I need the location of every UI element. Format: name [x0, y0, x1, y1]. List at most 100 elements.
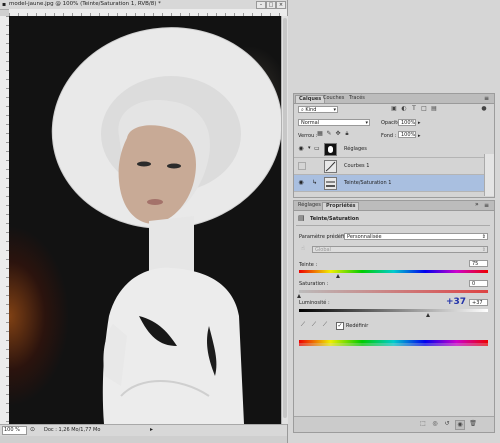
lightness-slider-thumb[interactable]	[425, 313, 430, 317]
vertical-scrollbar[interactable]	[281, 16, 288, 424]
folder-icon: ▭	[314, 145, 320, 152]
colorize-checkbox[interactable]: ✓	[336, 322, 344, 330]
zoom-field[interactable]: 100 %	[2, 426, 27, 435]
eyedropper-minus-icon[interactable]: ⟋	[321, 321, 329, 329]
model-photo	[51, 27, 281, 424]
kind-filter-select[interactable]: ⌕ Kind ▾	[298, 106, 338, 113]
hue-saturation-icon: ▤	[298, 214, 305, 222]
close-icon[interactable]: ×	[276, 1, 286, 9]
layers-tab-bar: Calques Couches Tracés ≡	[294, 94, 494, 104]
fill-label: Fond :	[381, 133, 397, 139]
hue-field[interactable]: 75	[469, 260, 488, 267]
properties-footer: ⬚ ◎ ↺ ◉ 🗑︎	[294, 416, 494, 432]
scroll-thumb[interactable]	[283, 18, 287, 418]
filter-pixel-icon[interactable]: ▣	[390, 105, 398, 113]
tab-adjustments[interactable]: Réglages	[295, 202, 324, 209]
filter-smart-icon[interactable]: ▤	[430, 105, 438, 113]
fill-field[interactable]: 100%	[398, 131, 416, 138]
document-window: ▪ model-jaune.jpg @ 100% (Teinte/Saturat…	[0, 0, 288, 443]
filter-adjustment-icon[interactable]: ◐	[400, 105, 408, 113]
status-arrow-icon[interactable]: ▸	[150, 426, 153, 433]
lock-position-icon[interactable]: ✥	[334, 130, 342, 138]
properties-tab-bar: Réglages Propriétés » ≡	[294, 201, 494, 211]
eye-icon[interactable]: ◉	[297, 145, 305, 152]
maximize-icon[interactable]: □	[266, 1, 276, 9]
visibility-icon[interactable]: ◉	[455, 420, 465, 430]
saturation-slider-track[interactable]	[299, 290, 488, 293]
lightness-overlay-value: +37	[446, 297, 467, 307]
document-title: model-jaune.jpg @ 100% (Teinte/Saturatio…	[9, 1, 161, 7]
opacity-arrow-icon[interactable]: ▸	[418, 120, 421, 126]
delete-icon[interactable]: 🗑︎	[469, 420, 477, 428]
channel-select[interactable]: Global ⇕	[312, 246, 488, 253]
clip-arrow-icon: ↳	[312, 179, 318, 186]
panel-menu-icon[interactable]: ≡	[484, 202, 489, 209]
lightness-label: Luminosité :	[299, 300, 330, 306]
view-previous-icon[interactable]: ◎	[431, 420, 439, 428]
hue-range-bar-bottom	[299, 343, 488, 346]
lock-all-icon[interactable]: 🔒︎	[343, 130, 351, 138]
document-size-info: Doc : 1,26 Mo/1,77 Mo	[44, 427, 101, 433]
colorize-label: Redéfinir	[346, 323, 369, 329]
tab-properties[interactable]: Propriétés	[322, 202, 360, 210]
saturation-field[interactable]: 0	[469, 280, 488, 287]
lock-transparency-icon[interactable]: ▦	[316, 130, 324, 138]
layer-row-group[interactable]: ◉ ▾ ▭ Réglages	[294, 141, 484, 158]
horizontal-scrollbar[interactable]	[0, 436, 287, 443]
eyedropper-plus-icon[interactable]: ⟋	[310, 321, 318, 329]
chevron-down-icon: ▾	[365, 120, 368, 126]
layer-name: Réglages	[344, 146, 367, 152]
layers-panel: Calques Couches Tracés ≡ ⌕ Kind ▾ ▣ ◐ T □…	[293, 93, 495, 198]
layer-row-curves[interactable]: Courbes 1	[294, 158, 484, 175]
tab-paths[interactable]: Tracés	[346, 95, 368, 102]
status-bar: 100 % ⊙ Doc : 1,26 Mo/1,77 Mo ▸	[0, 424, 287, 436]
filter-toggle-icon[interactable]: ●	[480, 105, 488, 113]
layer-name: Courbes 1	[344, 163, 370, 169]
image-canvas[interactable]	[9, 16, 281, 424]
layer-row-hue-saturation[interactable]: ◉ ↳ Teinte/Saturation 1	[294, 175, 484, 192]
status-menu-icon[interactable]: ⊙	[30, 426, 35, 433]
chevron-updown-icon: ⇕	[481, 247, 486, 253]
lightness-slider-track[interactable]	[299, 309, 488, 312]
clip-to-layer-icon[interactable]: ⬚	[419, 420, 427, 428]
blend-mode-value: Normal	[301, 120, 320, 126]
chevron-down-icon: ▾	[333, 107, 336, 113]
tab-channels[interactable]: Couches	[320, 95, 347, 102]
kind-filter-label: Kind	[305, 107, 317, 113]
minimize-icon[interactable]: –	[256, 1, 266, 9]
filter-type-icon[interactable]: T	[410, 105, 418, 113]
eye-icon[interactable]: ◉	[297, 179, 305, 186]
layer-mask-thumbnail[interactable]	[324, 143, 337, 156]
hue-slider-thumb[interactable]	[335, 274, 340, 278]
eyedropper-icon[interactable]: ⟋	[299, 321, 307, 329]
panel-menu-icon[interactable]: ≡	[484, 95, 489, 102]
adjustment-title: Teinte/Saturation	[310, 216, 359, 222]
target-adjust-icon[interactable]: ☝	[299, 245, 307, 253]
disclosure-triangle-icon[interactable]: ▾	[308, 145, 311, 151]
saturation-slider-thumb[interactable]	[296, 294, 301, 298]
saturation-label: Saturation :	[299, 281, 329, 287]
visibility-off-icon[interactable]	[298, 162, 306, 170]
opacity-field[interactable]: 100%	[398, 119, 416, 126]
filter-shape-icon[interactable]: □	[420, 105, 428, 113]
preset-value: Personnalisée	[347, 234, 382, 240]
lock-pixels-icon[interactable]: ✎	[325, 130, 333, 138]
layer-name: Teinte/Saturation 1	[344, 180, 392, 186]
lock-label: Verrou :	[298, 133, 318, 139]
collapse-icon[interactable]: »	[475, 201, 479, 208]
divider	[296, 225, 490, 226]
layers-scrollbar[interactable]	[484, 154, 494, 196]
channel-value: Global	[315, 247, 331, 253]
hue-slider-track[interactable]	[299, 270, 488, 273]
hue-label: Teinte :	[299, 262, 318, 268]
reset-icon[interactable]: ↺	[443, 420, 451, 428]
hue-saturation-adjustment-icon	[324, 177, 337, 190]
fill-arrow-icon[interactable]: ▸	[418, 133, 421, 139]
blend-mode-select[interactable]: Normal ▾	[298, 119, 370, 126]
check-icon: ✓	[337, 322, 343, 329]
properties-panel: Réglages Propriétés » ≡ ▤ Teinte/Saturat…	[293, 200, 495, 433]
curves-adjustment-icon	[324, 160, 337, 173]
preset-select[interactable]: Personnalisée ⇕	[344, 233, 488, 240]
lightness-field[interactable]: +37	[469, 299, 488, 306]
document-icon: ▪	[2, 1, 7, 8]
